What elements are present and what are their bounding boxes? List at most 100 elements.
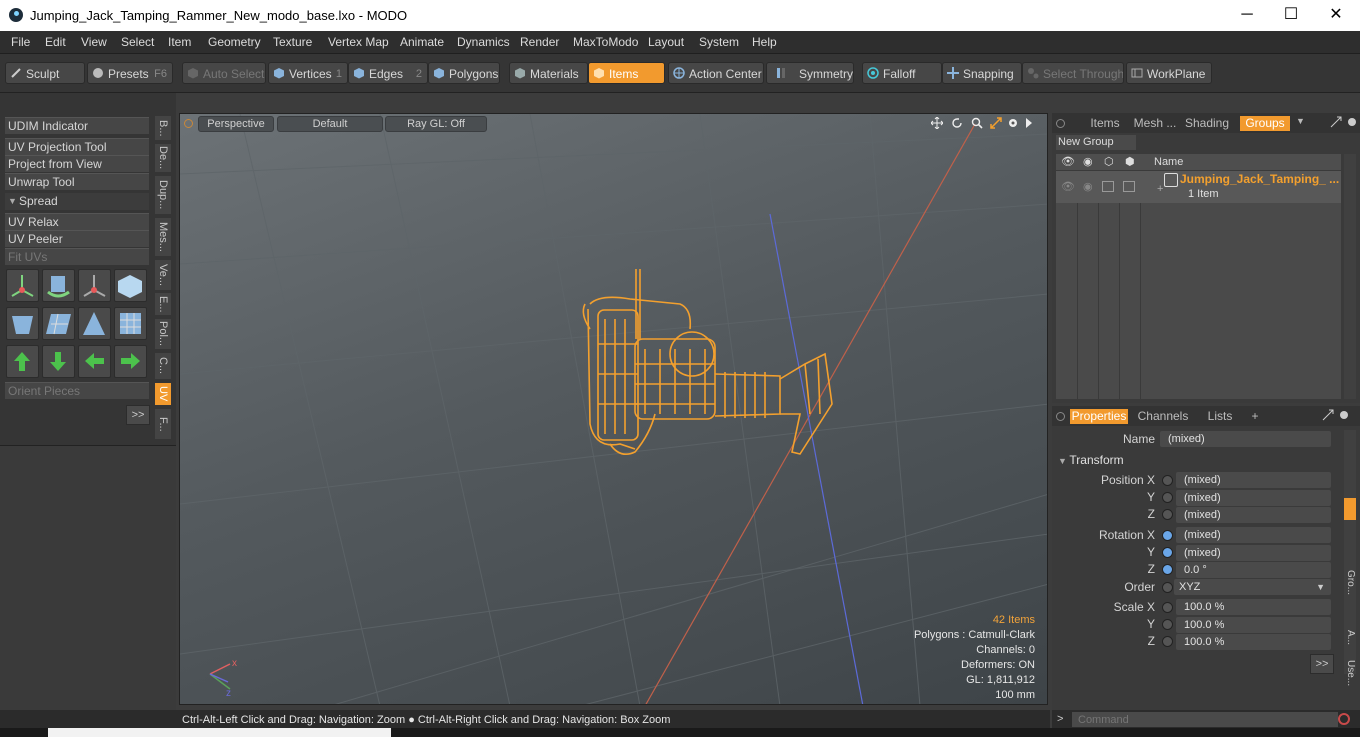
menu-vertex-map[interactable]: Vertex Map	[328, 35, 389, 49]
menu-layout[interactable]: Layout	[648, 35, 684, 49]
scale-z-field[interactable]: 100.0 %	[1176, 634, 1331, 650]
vtab-basic[interactable]: B...	[155, 116, 171, 140]
uv-rotate-icon[interactable]	[42, 269, 75, 302]
vtab-mesh-edit[interactable]: Mes...	[155, 218, 171, 256]
scale-y-key-icon[interactable]	[1162, 619, 1173, 630]
gear-icon[interactable]	[1007, 117, 1019, 129]
close-button[interactable]: ✕	[1313, 2, 1359, 30]
side-tab-assembly[interactable]: A...	[1344, 630, 1356, 652]
falloff-button[interactable]: Falloff	[862, 62, 942, 84]
panel-gear-icon[interactable]	[1347, 116, 1357, 128]
uv-relax-button[interactable]: UV Relax	[5, 213, 149, 230]
uv-mesh-icon[interactable]	[114, 307, 147, 340]
play-arrow-icon[interactable]	[1025, 117, 1033, 129]
scale-y-field[interactable]: 100.0 %	[1176, 617, 1331, 633]
arrow-down-icon[interactable]	[42, 345, 75, 378]
raygl-toggle[interactable]: Ray GL: Off	[385, 116, 487, 132]
rotate-view-icon[interactable]	[951, 117, 963, 129]
menu-dynamics[interactable]: Dynamics	[457, 35, 510, 49]
groups-scrollbar[interactable]	[1344, 154, 1356, 399]
udim-indicator-button[interactable]: UDIM Indicator	[5, 117, 149, 134]
uv-transform-icon[interactable]	[6, 269, 39, 302]
items-button[interactable]: Items	[588, 62, 665, 84]
group-name[interactable]: Jumping_Jack_Tamping_ ...	[1180, 172, 1339, 186]
rotation-y-field[interactable]: (mixed)	[1176, 545, 1331, 561]
side-tab-user[interactable]: Use...	[1344, 660, 1356, 690]
tab-items[interactable]: Items	[1076, 116, 1134, 131]
properties-menu-icon[interactable]	[1056, 412, 1065, 421]
shading-dropdown[interactable]: Default	[277, 116, 383, 132]
maximize-view-icon[interactable]	[990, 117, 1002, 129]
rotation-x-key-icon[interactable]	[1162, 530, 1173, 541]
zoom-icon[interactable]	[971, 117, 983, 129]
row-visibility-icon[interactable]: 👁	[1061, 180, 1075, 193]
menu-view[interactable]: View	[81, 35, 107, 49]
command-input[interactable]	[1072, 712, 1338, 727]
action-center-button[interactable]: Action Center	[668, 62, 764, 84]
vtab-edge[interactable]: E...	[155, 293, 171, 315]
vtab-duplicate[interactable]: Dup...	[155, 176, 171, 214]
properties-gear-icon[interactable]	[1339, 409, 1349, 421]
rotation-z-key-icon[interactable]	[1162, 564, 1173, 575]
render-icon[interactable]: ◉	[1083, 155, 1093, 168]
auto-select-button[interactable]: Auto Select	[182, 62, 266, 84]
vtab-fusion[interactable]: F...	[155, 409, 171, 439]
name-column-header[interactable]: Name	[1154, 156, 1183, 168]
select-icon[interactable]: ⬢	[1125, 155, 1135, 168]
menu-maxtomodo[interactable]: MaxToModo	[573, 35, 638, 49]
viewport-menu-icon[interactable]	[184, 119, 193, 128]
pan-icon[interactable]	[931, 117, 943, 129]
arrow-left-icon[interactable]	[78, 345, 111, 378]
menu-help[interactable]: Help	[752, 35, 777, 49]
orient-pieces-button[interactable]: Orient Pieces	[5, 382, 149, 399]
menu-texture[interactable]: Texture	[273, 35, 312, 49]
position-z-key-icon[interactable]	[1162, 509, 1173, 520]
record-icon[interactable]	[1338, 713, 1350, 725]
rotation-y-key-icon[interactable]	[1162, 547, 1173, 558]
side-tab-active[interactable]	[1344, 498, 1356, 520]
tab-lists[interactable]: Lists	[1202, 409, 1238, 424]
expand-panel-icon[interactable]	[1330, 116, 1342, 128]
spread-section-header[interactable]: ▼ Spread	[5, 193, 149, 210]
group-row[interactable]: 👁 ◉ + Jumping_Jack_Tamping_ ... 1 Item	[1056, 171, 1341, 203]
vtab-uv[interactable]: UV	[155, 383, 171, 405]
menu-render[interactable]: Render	[520, 35, 559, 49]
tab-shading[interactable]: Shading	[1182, 116, 1232, 131]
tab-dropdown-icon[interactable]: ▼	[1296, 116, 1305, 126]
snapping-button[interactable]: Snapping	[942, 62, 1022, 84]
menu-file[interactable]: File	[11, 35, 30, 49]
properties-more-button[interactable]: >>	[1310, 654, 1334, 674]
tab-groups[interactable]: Groups	[1240, 116, 1290, 131]
maximize-button[interactable]: ☐	[1268, 2, 1314, 30]
row-lock-checkbox[interactable]	[1102, 181, 1114, 192]
uv-peeler-button[interactable]: UV Peeler	[5, 230, 149, 247]
row-render-icon[interactable]: ◉	[1083, 180, 1093, 193]
uv-sphere-icon[interactable]	[6, 307, 39, 340]
workplane-button[interactable]: WorkPlane	[1126, 62, 1212, 84]
tab-mesh[interactable]: Mesh ...	[1130, 116, 1180, 131]
visibility-eye-icon[interactable]: 👁	[1061, 155, 1075, 168]
new-group-button[interactable]: New Group	[1056, 135, 1136, 150]
menu-edit[interactable]: Edit	[45, 35, 66, 49]
uv-box-icon[interactable]	[114, 269, 147, 302]
vtab-curve[interactable]: C...	[155, 353, 171, 379]
uv-move-icon[interactable]	[78, 269, 111, 302]
position-y-key-icon[interactable]	[1162, 492, 1173, 503]
menu-select[interactable]: Select	[121, 35, 154, 49]
transform-section-header[interactable]: ▼ Transform	[1058, 453, 1288, 467]
side-tab-groups[interactable]: Gro...	[1344, 570, 1356, 610]
minimize-button[interactable]: ─	[1224, 2, 1270, 30]
add-tab-button[interactable]: +	[1248, 409, 1262, 424]
position-y-field[interactable]: (mixed)	[1176, 490, 1331, 506]
project-from-view-button[interactable]: Project from View	[5, 155, 149, 172]
rotation-x-field[interactable]: (mixed)	[1176, 527, 1331, 543]
position-x-field[interactable]: (mixed)	[1176, 472, 1331, 488]
tab-channels[interactable]: Channels	[1134, 409, 1192, 424]
more-tools-button[interactable]: >>	[126, 405, 150, 425]
3d-viewport[interactable]: x z 42 Items Polygons : Catmull-Clark Ch…	[179, 113, 1048, 705]
unwrap-tool-button[interactable]: Unwrap Tool	[5, 173, 149, 190]
vtab-vertex[interactable]: Ve...	[155, 260, 171, 290]
select-through-button[interactable]: Select Through	[1022, 62, 1124, 84]
menu-geometry[interactable]: Geometry	[208, 35, 261, 49]
presets-button[interactable]: Presets F6	[87, 62, 173, 84]
